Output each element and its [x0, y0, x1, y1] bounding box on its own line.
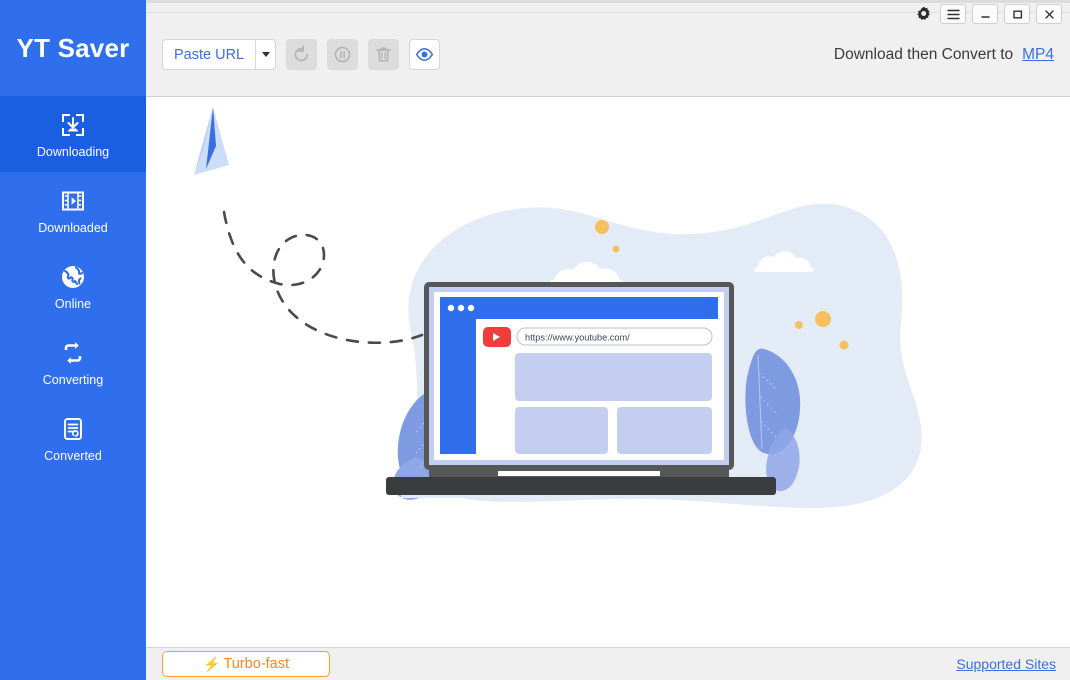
- paper-plane-icon: [194, 107, 229, 175]
- delete-button[interactable]: [368, 39, 400, 70]
- turbo-fast-button[interactable]: ⚡ Turbo-fast: [162, 651, 330, 677]
- maximize-icon[interactable]: [1004, 4, 1030, 24]
- sidebar: YT Saver Downloading Downloaded Online C…: [0, 0, 146, 680]
- footer-bar: ⚡ Turbo-fast Supported Sites: [146, 648, 1070, 680]
- paste-url-button[interactable]: Paste URL: [162, 39, 256, 70]
- sidebar-item-label: Online: [54, 296, 92, 311]
- sidebar-item-label: Converting: [42, 372, 104, 387]
- download-box-icon: [58, 110, 88, 140]
- sidebar-item-label: Downloaded: [38, 220, 108, 235]
- convert-label: Download then Convert to: [833, 45, 1014, 63]
- gear-icon[interactable]: [914, 4, 934, 24]
- sidebar-item-converted[interactable]: Converted: [0, 400, 146, 476]
- film-play-icon: [58, 186, 88, 216]
- laptop-illustration: https://www.youtube.com/: [386, 282, 776, 498]
- hamburger-icon[interactable]: [940, 4, 966, 24]
- app-brand: YT Saver: [0, 0, 146, 96]
- convert-loop-icon: [58, 338, 88, 368]
- window-controls: [914, 4, 1062, 24]
- supported-sites-link[interactable]: Supported Sites: [956, 656, 1056, 672]
- title-bar-shade: [146, 0, 1070, 3]
- caret-triangle: [261, 52, 270, 57]
- sidebar-item-converting[interactable]: Converting: [0, 324, 146, 400]
- document-refresh-icon: [58, 414, 88, 444]
- minimize-icon[interactable]: [972, 4, 998, 24]
- globe-icon: [58, 262, 88, 292]
- turbo-fast-label: Turbo-fast: [223, 656, 289, 672]
- empty-state-illustration: https://www.youtube.com/: [146, 97, 1070, 647]
- convert-target-group: Download then Convert to MP4: [834, 46, 1054, 64]
- eye-icon: [415, 45, 434, 64]
- restart-button[interactable]: [286, 39, 318, 70]
- sidebar-item-downloaded[interactable]: Downloaded: [0, 172, 146, 248]
- sidebar-item-label: Downloading: [36, 144, 110, 159]
- chevron-down-icon[interactable]: [255, 39, 277, 70]
- sidebar-item-downloading[interactable]: Downloading: [0, 96, 146, 172]
- lightning-bolt-icon: ⚡: [203, 656, 221, 672]
- sidebar-item-online[interactable]: Online: [0, 248, 146, 324]
- content-area: https://www.youtube.com/: [146, 97, 1070, 648]
- pause-circle-icon: [333, 45, 352, 64]
- browser-url-text: https://www.youtube.com/: [525, 333, 630, 343]
- trash-icon: [374, 45, 393, 64]
- app-window: YT Saver Downloading Downloaded Online C…: [0, 0, 1070, 680]
- pause-button[interactable]: [327, 39, 359, 70]
- toolbar-left-group: Paste URL: [162, 39, 441, 70]
- close-icon[interactable]: [1036, 4, 1062, 24]
- restart-icon: [292, 45, 311, 64]
- sidebar-item-label: Converted: [44, 448, 102, 463]
- output-format-link[interactable]: MP4: [1022, 46, 1054, 64]
- paste-url-group: Paste URL: [162, 39, 277, 70]
- preview-button[interactable]: [409, 39, 441, 70]
- dashed-path: [222, 210, 424, 345]
- main-panel: Paste URL Download then Convert to MP4 h…: [146, 0, 1070, 680]
- toolbar: Paste URL Download then Convert to MP4: [146, 13, 1070, 97]
- brand-title: YT Saver: [16, 32, 130, 63]
